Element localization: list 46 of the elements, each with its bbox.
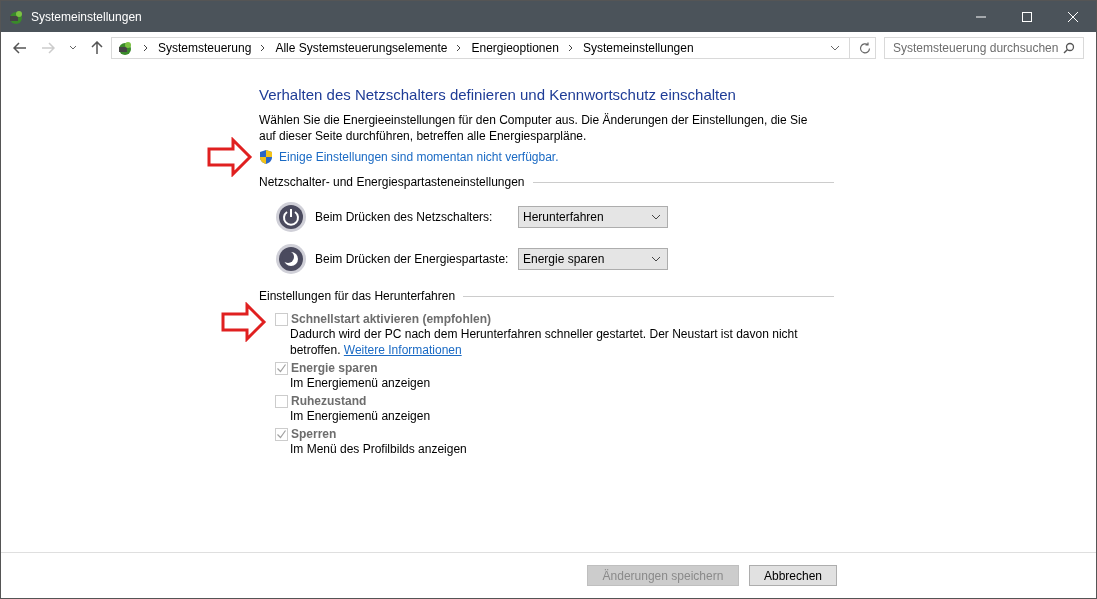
option-description: Dadurch wird der PC nach dem Herunterfahren schneller gestartet. Der Neustart ist davon nicht betroffen. Weitere Informationen bbox=[289, 326, 799, 358]
dropdown[interactable]: Energie sparen bbox=[518, 248, 668, 270]
shield-icon bbox=[259, 149, 273, 165]
maximize-icon bbox=[1021, 10, 1033, 23]
breadcrumb[interactable]: Energieoptionen bbox=[471, 41, 559, 55]
window-title: Systemeinstellungen bbox=[31, 9, 142, 24]
option-description: Im Energiemenü anzeigen bbox=[289, 375, 432, 391]
option-description: Im Menü des Profilbilds anzeigen bbox=[289, 441, 468, 457]
option-label: Energie sparen bbox=[291, 361, 378, 375]
option-description: Im Energiemenü anzeigen bbox=[289, 408, 432, 424]
refresh-icon[interactable] bbox=[859, 42, 871, 54]
chevron-right-icon bbox=[456, 44, 463, 52]
address-bar[interactable]: Systemsteuerung Alle Systemsteuerungselemente Energieoptionen Systemeinstellungen bbox=[111, 37, 876, 59]
up-arrow-icon[interactable] bbox=[91, 41, 103, 55]
setting-label: Beim Drücken der Energiespartaste: bbox=[315, 252, 510, 266]
cancel-button[interactable]: Abbrechen bbox=[748, 565, 837, 586]
intro-text: Wählen Sie die Energieeinstellungen für den Computer aus. Die Änderungen der Einstellungen, die Sie auf dieser Seite durchführen, betreffen alle Energiesparpläne. bbox=[259, 112, 809, 144]
page-heading: Verhalten des Netzschalters definieren und Kennwortschutz einschalten bbox=[259, 86, 737, 103]
chevron-right-icon bbox=[143, 44, 149, 52]
chevron-down-icon[interactable] bbox=[830, 45, 840, 51]
power-icon bbox=[275, 201, 307, 233]
chevron-down-icon bbox=[651, 214, 661, 220]
option-label: Sperren bbox=[291, 427, 337, 441]
app-icon bbox=[8, 8, 24, 25]
chevron-down-icon[interactable] bbox=[69, 45, 77, 51]
option-label: Ruhezustand bbox=[291, 394, 367, 408]
back-icon[interactable] bbox=[13, 42, 27, 54]
section-title: Netzschalter- und Energiespartasteneinstellungen bbox=[259, 175, 525, 189]
search-field[interactable]: Systemsteuerung durchsuchen bbox=[884, 37, 1084, 59]
moon-icon bbox=[275, 243, 307, 275]
admin-link[interactable]: Einige Einstellungen sind momentan nicht verfügbar. bbox=[279, 150, 559, 164]
arrow-icon bbox=[207, 137, 253, 177]
breadcrumb[interactable]: Alle Systemsteuerungselemente bbox=[275, 41, 448, 55]
breadcrumb[interactable]: Systemeinstellungen bbox=[582, 41, 694, 55]
option-label: Schnellstart aktivieren (empfohlen) bbox=[291, 312, 492, 326]
breadcrumb[interactable]: Systemsteuerung bbox=[158, 41, 252, 55]
chevron-right-icon bbox=[260, 44, 267, 52]
setting-label: Beim Drücken des Netzschalters: bbox=[315, 210, 494, 224]
arrow-icon bbox=[221, 302, 267, 342]
chevron-right-icon bbox=[567, 44, 574, 52]
control-panel-icon bbox=[116, 40, 134, 56]
section-title: Einstellungen für das Herunterfahren bbox=[259, 289, 456, 303]
close-icon bbox=[1067, 10, 1079, 23]
dropdown[interactable]: Herunterfahren bbox=[518, 206, 668, 228]
chevron-down-icon bbox=[651, 256, 661, 262]
search-icon bbox=[1063, 42, 1075, 54]
